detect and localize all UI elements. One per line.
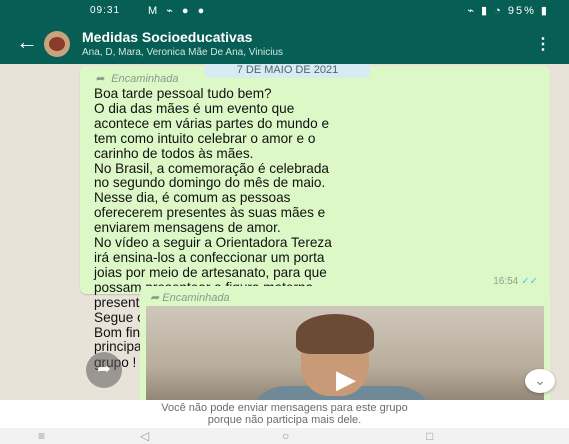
group-name[interactable]: Medidas Socioeducativas [82, 29, 252, 45]
forwarded-label: ➦ Encaminhada [96, 72, 179, 85]
notice-line-1: Você não pode enviar mensagens para este… [161, 402, 408, 414]
notice-line-2: porque não participa mais dele. [207, 414, 362, 426]
video-thumbnail[interactable]: ▶ [146, 306, 544, 406]
group-participants[interactable]: Ana, D, Mara, Veronica Mãe De Ana, Vinic… [82, 47, 283, 58]
forwarded-text: Encaminhada [162, 292, 230, 304]
message-bubble-forwarded-text[interactable]: ➦ Encaminhada Boa tarde pessoal tudo bem?… [80, 66, 550, 370]
group-avatar[interactable] [44, 31, 70, 57]
date-chip: 7 DE MAIO DE 2021 [205, 64, 370, 78]
play-icon[interactable]: ▶ [336, 364, 356, 395]
status-time: 09:31 [90, 5, 121, 16]
forwarded-text: Encaminhada [111, 73, 179, 85]
chat-screen: 09:31 M ⌁ ● ● ⌁ ▮ ◔ 95% ▮ ← Medidas Soci… [0, 0, 569, 444]
menu-icon[interactable]: ≡ [38, 429, 45, 443]
back-arrow-icon[interactable]: ← [16, 30, 38, 54]
status-bar: 09:31 M ⌁ ● ● ⌁ ▮ ◔ 95% ▮ [0, 0, 569, 24]
notification-icons: M ⌁ ● ● [148, 5, 208, 17]
more-options-icon[interactable]: ⋮ [535, 34, 551, 54]
nav-recents-icon[interactable]: □ [426, 429, 433, 443]
message-bubble-forwarded-video[interactable]: ➦ Encaminhada ▶ [140, 286, 550, 406]
nav-home-icon[interactable]: ○ [282, 429, 289, 443]
forward-arrow-icon: ➦ [96, 73, 106, 85]
scroll-to-bottom-icon[interactable]: ⌄ [525, 369, 555, 393]
system-status-icons: ⌁ ▮ ◔ 95% ▮ [467, 5, 549, 17]
nav-back-icon[interactable]: ◁ [140, 429, 149, 443]
forwarded-label: ➦ Encaminhada [150, 291, 230, 304]
forward-arrow-icon: ➦ [150, 292, 163, 304]
share-forward-icon[interactable]: ➦ [86, 352, 122, 388]
system-nav-bar: ≡ ◁ ○ □ [0, 428, 569, 444]
chat-header[interactable]: ← Medidas Socioeducativas Ana, D, Mara, … [0, 24, 569, 64]
cannot-send-notice: Você não pode enviar mensagens para este… [0, 400, 569, 428]
